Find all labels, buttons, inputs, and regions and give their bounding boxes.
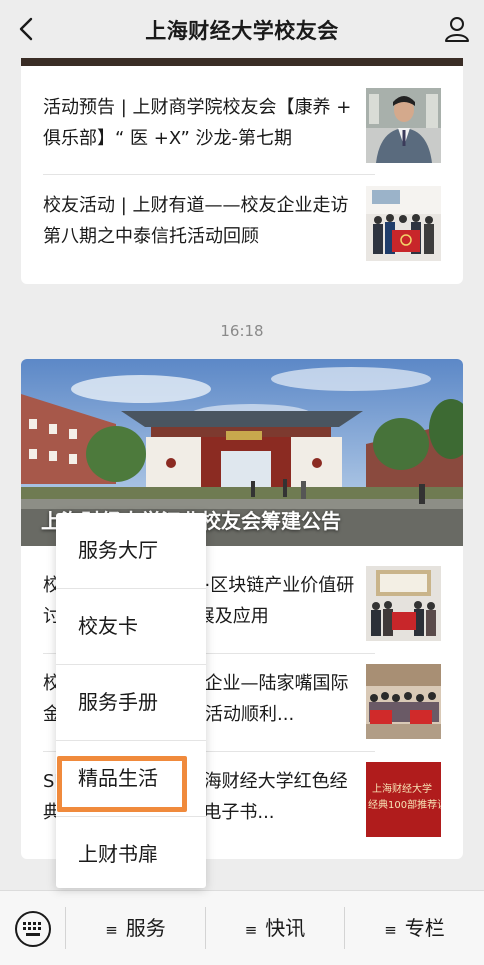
article-thumbnail bbox=[366, 566, 441, 641]
thumbnail-caption: 经典100部推荐读 bbox=[368, 800, 441, 811]
article-item[interactable]: 校友活动 | 上财有道——校友企业走访第八期之中泰信托活动回顾 bbox=[21, 178, 463, 266]
article-item[interactable]: 活动预告 | 上财商学院校友会【康养 + 俱乐部】“ 医 +X” 沙龙-第七期 bbox=[21, 80, 463, 168]
bottom-menu-bar: ≡ 服务 ≡ 快讯 ≡ 专栏 bbox=[0, 890, 484, 965]
menu-button-services[interactable]: ≡ 服务 bbox=[66, 891, 205, 965]
article-thumbnail bbox=[366, 88, 441, 163]
article-thumbnail bbox=[366, 664, 441, 739]
submenu-item-alumni-card[interactable]: 校友卡 bbox=[56, 589, 206, 664]
divider bbox=[43, 174, 375, 175]
keyboard-icon[interactable] bbox=[14, 910, 52, 948]
article-thumbnail bbox=[366, 186, 441, 261]
menu-lines-icon: ≡ bbox=[244, 921, 258, 939]
article-title: 校友活动 | 上财有道——校友企业走访第八期之中泰信托活动回顾 bbox=[43, 195, 349, 247]
thumbnail-caption: 上海财经大学 bbox=[372, 784, 432, 795]
menu-button-news[interactable]: ≡ 快讯 bbox=[206, 891, 344, 965]
menu-lines-icon: ≡ bbox=[384, 921, 397, 939]
service-submenu: 服务大厅 校友卡 服务手册 精品生活 上财书扉 bbox=[56, 513, 206, 888]
message-timestamp: 16:18 bbox=[220, 322, 264, 340]
article-card-1: 活动预告 | 上财商学院校友会【康养 + 俱乐部】“ 医 +X” 沙龙-第七期 … bbox=[21, 58, 463, 284]
menu-button-label: 快讯 bbox=[265, 916, 306, 940]
submenu-item-service-manual[interactable]: 服务手册 bbox=[56, 665, 206, 740]
menu-lines-icon: ≡ bbox=[105, 921, 118, 939]
top-bar: 上海财经大学校友会 bbox=[0, 0, 484, 58]
page-title: 上海财经大学校友会 bbox=[145, 19, 339, 43]
previous-hero-edge bbox=[21, 58, 463, 66]
article-thumbnail: 上海财经大学 经典100部推荐读 bbox=[366, 762, 441, 837]
article-title: 活动预告 | 上财商学院校友会【康养 + 俱乐部】“ 医 +X” 沙龙-第七期 bbox=[43, 97, 352, 149]
selection-highlight-box bbox=[57, 756, 187, 812]
menu-button-label: 专栏 bbox=[404, 916, 445, 940]
user-profile-icon[interactable] bbox=[442, 14, 472, 44]
menu-button-label: 服务 bbox=[125, 916, 166, 940]
menu-button-columns[interactable]: ≡ 专栏 bbox=[345, 891, 484, 965]
submenu-item-book-door[interactable]: 上财书扉 bbox=[56, 817, 206, 892]
submenu-item-service-hall[interactable]: 服务大厅 bbox=[56, 513, 206, 588]
